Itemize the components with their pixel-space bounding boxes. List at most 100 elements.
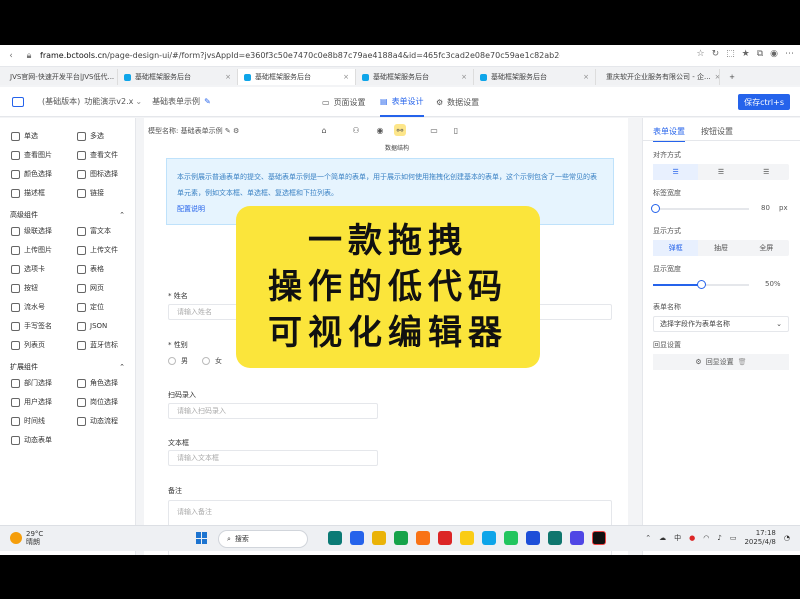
browser-tab-5[interactable]: 重庆软开企业服务有限公司 - 企... × (596, 69, 720, 85)
gear-icon[interactable]: ⚙ (233, 127, 239, 135)
basic-component-item[interactable]: 描述框 (3, 185, 67, 201)
browser-tab-2[interactable]: 基础框架服务后台 × (238, 69, 356, 85)
data-structure-icon[interactable]: ⚯ (394, 124, 406, 136)
extension-icon[interactable]: ⬚ (726, 49, 735, 59)
edit-icon[interactable]: ✎ (204, 97, 211, 106)
advanced-group-title[interactable]: 高级组件 ⌃ (0, 207, 135, 223)
label-width-slider[interactable] (651, 204, 749, 213)
align-center-button[interactable]: ☰ (698, 164, 743, 180)
browser-tab-4[interactable]: 基础框架服务后台 × (474, 69, 596, 85)
advanced-component-item[interactable]: 手写签名 (3, 318, 67, 334)
basic-component-item[interactable]: 多选 (69, 128, 133, 144)
address-bar[interactable]: ‹ 🔒︎ frame.bctools.cn/page-design-ui/#/f… (0, 45, 800, 67)
extension-component-item[interactable]: 用户选择 (3, 394, 67, 410)
ime-indicator[interactable]: 中 (674, 533, 681, 543)
textbox-input[interactable]: 请输入文本框 (168, 450, 378, 466)
extension-component-item[interactable]: 角色选择 (69, 375, 133, 391)
chevron-up-icon[interactable]: ⌃ (119, 363, 125, 371)
basic-component-item[interactable]: 单选 (3, 128, 67, 144)
profile-icon[interactable]: ◉ (770, 49, 778, 59)
advanced-component-item[interactable]: 蓝牙信标 (69, 337, 133, 353)
chat-app-icon[interactable] (504, 531, 518, 545)
user-icon[interactable]: ⚇ (350, 124, 362, 136)
callback-settings-button[interactable]: ⚙ 回显设置 🗑︎ (653, 354, 789, 370)
capcut-app-icon[interactable] (592, 531, 606, 545)
extension-component-item[interactable]: 动态流程 (69, 413, 133, 429)
extension-group-title[interactable]: 扩展组件 ⌃ (0, 359, 135, 375)
advanced-component-item[interactable]: 上传图片 (3, 242, 67, 258)
advanced-component-item[interactable]: 选项卡 (3, 261, 67, 277)
wifi-icon[interactable]: ◠ (703, 534, 709, 542)
app-icon[interactable] (416, 531, 430, 545)
home-icon[interactable]: ⌂ (318, 124, 330, 136)
windows-start-icon[interactable] (196, 532, 208, 544)
form-name-select[interactable]: 选择字段作为表单名称 ⌄ (653, 316, 789, 332)
taskbar-search[interactable]: ⌕ 搜索 (218, 530, 308, 548)
label-width-value[interactable]: 80 (761, 204, 770, 212)
cloud-icon[interactable]: ☁ (659, 534, 666, 542)
tab-close-icon[interactable]: × (461, 73, 467, 81)
advanced-component-item[interactable]: 定位 (69, 299, 133, 315)
basic-component-item[interactable]: 查看图片 (3, 147, 67, 163)
advanced-component-item[interactable]: 上传文件 (69, 242, 133, 258)
terminal-app-icon[interactable] (548, 531, 562, 545)
extension-component-item[interactable]: 岗位选择 (69, 394, 133, 410)
advanced-component-item[interactable]: JSON (69, 318, 133, 334)
scan-input[interactable]: 请输入扫码录入 (168, 403, 378, 419)
display-mode-drawer[interactable]: 抽屉 (698, 240, 743, 256)
nav-data-settings[interactable]: ⚙ 数据设置 (436, 87, 479, 117)
more-icon[interactable]: ⋯ (785, 49, 794, 59)
refresh-icon[interactable]: ↻ (712, 49, 720, 59)
url-text[interactable]: frame.bctools.cn/page-design-ui/#/form?j… (40, 51, 560, 60)
tab-close-icon[interactable]: × (343, 73, 349, 81)
slider-knob[interactable] (651, 204, 660, 213)
advanced-component-item[interactable]: 网页 (69, 280, 133, 296)
ide-app-icon[interactable] (526, 531, 540, 545)
display-width-slider[interactable] (653, 280, 749, 289)
battery-icon[interactable]: ▭ (730, 534, 737, 542)
advanced-component-item[interactable]: 按钮 (3, 280, 67, 296)
tab-button-settings[interactable]: 按钮设置 (701, 126, 733, 137)
chevron-up-icon[interactable]: ⌃ (119, 211, 125, 219)
advanced-component-item[interactable]: 级联选择 (3, 223, 67, 239)
edit-icon[interactable]: ✎ (225, 127, 231, 135)
new-tab-button[interactable]: + (720, 69, 744, 85)
app-tray-icon[interactable]: ● (689, 534, 695, 542)
preview-eye-icon[interactable]: ◉ (374, 124, 386, 136)
advanced-component-item[interactable]: 列表页 (3, 337, 67, 353)
chevron-up-icon[interactable]: ⌃ (645, 534, 651, 542)
display-mode-fullscreen[interactable]: 全屏 (744, 240, 789, 256)
nav-page-settings[interactable]: ▭ 页面设置 (322, 87, 366, 117)
star-icon[interactable]: ☆ (696, 49, 704, 59)
clock[interactable]: 17:18 2025/4/8 (744, 529, 775, 547)
notes-app-icon[interactable] (460, 531, 474, 545)
basic-component-item[interactable]: 颜色选择 (3, 166, 67, 182)
notification-icon[interactable]: ◔ (784, 534, 790, 542)
basic-component-item[interactable]: 链接 (69, 185, 133, 201)
explorer-app-icon[interactable] (372, 531, 386, 545)
basic-component-item[interactable]: 图标选择 (69, 166, 133, 182)
wps-app-icon[interactable] (438, 531, 452, 545)
browser-tab-1[interactable]: 基础框架服务后台 × (118, 69, 238, 85)
browser-tab-3[interactable]: 基础框架服务后台 × (356, 69, 474, 85)
extension-component-item[interactable]: 时间线 (3, 413, 67, 429)
taskview-app-icon[interactable] (328, 531, 342, 545)
weather-widget[interactable]: 29°C 晴朗 (10, 530, 43, 546)
align-top-button[interactable]: ☰ (744, 164, 789, 180)
browser-app-icon[interactable] (482, 531, 496, 545)
display-mode-dialog[interactable]: 弹框 (653, 240, 699, 256)
collections-icon[interactable]: ⧉ (757, 49, 763, 59)
mobile-icon[interactable]: ▯ (450, 124, 462, 136)
wechat-app-icon[interactable] (394, 531, 408, 545)
delete-icon[interactable]: 🗑︎ (738, 358, 747, 366)
edge-app-icon[interactable] (350, 531, 364, 545)
extension-component-item[interactable]: 部门选择 (3, 375, 67, 391)
dingtalk-app-icon[interactable] (570, 531, 584, 545)
nav-form-design[interactable]: ▤ 表单设计 (380, 87, 424, 117)
advanced-component-item[interactable]: 表格 (69, 261, 133, 277)
extension-component-item[interactable]: 动态表单 (3, 432, 67, 448)
app-demo-name[interactable]: 功能演示v2.x (84, 96, 133, 107)
tab-close-icon[interactable]: × (583, 73, 589, 81)
chevron-down-icon[interactable]: ⌄ (135, 97, 142, 106)
favorites-icon[interactable]: ★ (742, 49, 750, 59)
